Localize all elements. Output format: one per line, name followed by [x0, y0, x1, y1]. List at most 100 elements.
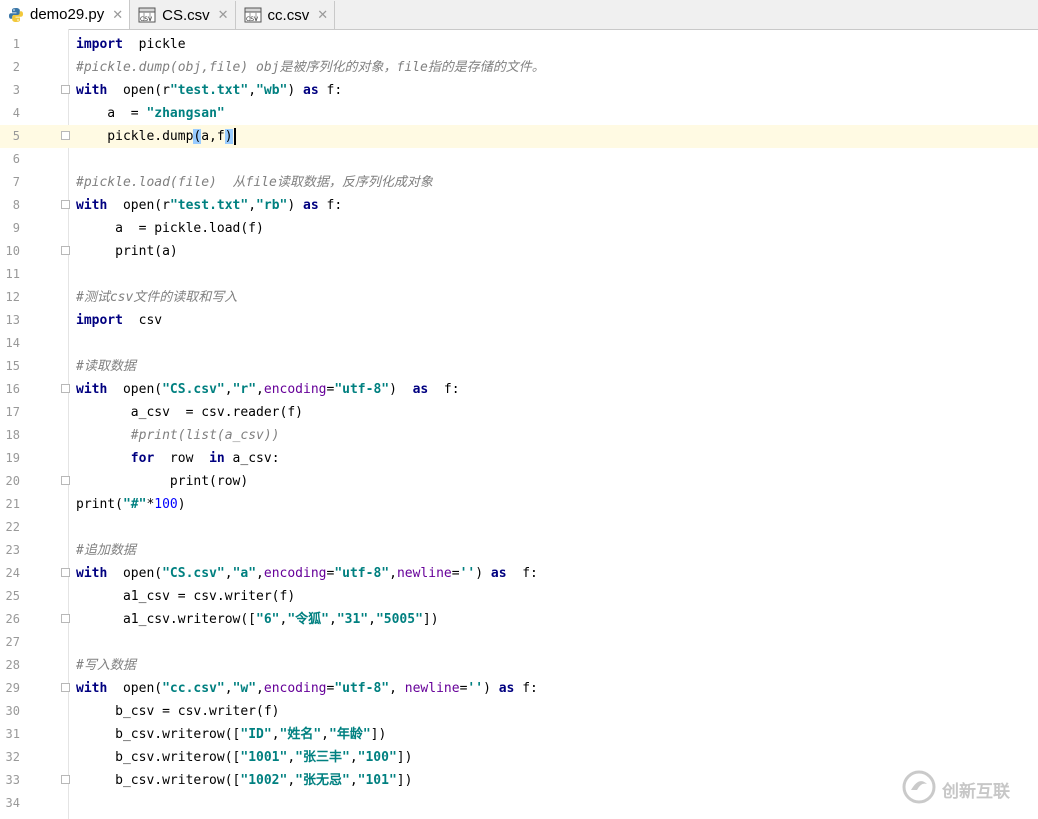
code-line[interactable]: 16 with open("CS.csv","r",encoding="utf-8…: [0, 378, 1038, 401]
code-line[interactable]: 8 with open(r"test.txt","rb") as f:: [0, 194, 1038, 217]
line-number: 26: [5, 612, 20, 626]
close-icon[interactable]: ✕: [218, 7, 229, 23]
code-line[interactable]: 28 #写入数据: [0, 654, 1038, 677]
line-number: 11: [5, 267, 20, 281]
line-number: 10: [5, 244, 20, 258]
code-line[interactable]: 25 a1_csv = csv.writer(f): [0, 585, 1038, 608]
line-number: 24: [5, 566, 20, 580]
code-line[interactable]: 17 a_csv = csv.reader(f): [0, 401, 1038, 424]
line-number: 6: [12, 152, 20, 166]
code-text: import csv: [76, 313, 163, 328]
code-text: print(a): [76, 244, 178, 259]
code-text: a1_csv.writerow(["6","令狐","31","5005"]): [76, 612, 439, 627]
line-number: 17: [5, 405, 20, 419]
line-number: 33: [5, 773, 20, 787]
fold-end-icon[interactable]: [61, 246, 70, 255]
tab-demo29-py[interactable]: demo29.py ✕: [0, 0, 131, 29]
code-line[interactable]: 27: [0, 631, 1038, 654]
code-text: b_csv = csv.writer(f): [76, 704, 280, 719]
code-text: import pickle: [76, 37, 186, 52]
svg-text:CSV: CSV: [246, 16, 259, 23]
code-line[interactable]: 21 print("#"*100): [0, 493, 1038, 516]
code-line[interactable]: 9 a = pickle.load(f): [0, 217, 1038, 240]
line-number: 27: [5, 635, 20, 649]
code-text: #测试csv文件的读取和写入: [76, 290, 238, 305]
line-number: 13: [5, 313, 20, 327]
code-line[interactable]: 7 #pickle.load(file) 从file读取数据，反序列化成对象: [0, 171, 1038, 194]
line-number: 14: [5, 336, 20, 350]
line-number: 25: [5, 589, 20, 603]
code-text: #pickle.load(file) 从file读取数据，反序列化成对象: [76, 175, 433, 190]
code-line[interactable]: 2 #pickle.dump(obj,file) obj是被序列化的对象，file…: [0, 56, 1038, 79]
tab-label: demo29.py: [30, 6, 105, 23]
code-line[interactable]: 13 import csv: [0, 309, 1038, 332]
code-line[interactable]: 24 with open("CS.csv","a",encoding="utf-8…: [0, 562, 1038, 585]
code-line[interactable]: 12 #测试csv文件的读取和写入: [0, 286, 1038, 309]
code-line[interactable]: 14: [0, 332, 1038, 355]
line-number: 18: [5, 428, 20, 442]
code-line[interactable]: 5 pickle.dump(a,f): [0, 125, 1038, 148]
code-text: #print(list(a_csv)): [130, 428, 280, 443]
code-line[interactable]: 3 with open(r"test.txt","wb") as f:: [0, 79, 1038, 102]
code-line[interactable]: 20 print(row): [0, 470, 1038, 493]
code-line[interactable]: 19 for row in a_csv:: [0, 447, 1038, 470]
code-line[interactable]: 23 #追加数据: [0, 539, 1038, 562]
code-line[interactable]: 31 b_csv.writerow(["ID","姓名","年龄"]): [0, 723, 1038, 746]
code-line[interactable]: 22: [0, 516, 1038, 539]
line-number: 7: [12, 175, 20, 189]
line-number: 21: [5, 497, 20, 511]
code-text: b_csv.writerow(["1001","张三丰","100"]): [76, 750, 413, 765]
line-number: 15: [5, 359, 20, 373]
code-line[interactable]: 30 b_csv = csv.writer(f): [0, 700, 1038, 723]
brand-logo-icon: [902, 770, 936, 808]
line-number: 23: [5, 543, 20, 557]
code-line[interactable]: 15 #读取数据: [0, 355, 1038, 378]
line-number: 5: [12, 129, 20, 143]
line-number: 28: [5, 658, 20, 672]
code-text: a = "zhangsan": [76, 106, 225, 121]
csv-file-icon: CSV: [138, 7, 156, 23]
line-number: 20: [5, 474, 20, 488]
tab-cs-csv[interactable]: CSV CS.csv ✕: [130, 1, 236, 29]
code-text: print("#"*100): [76, 497, 186, 512]
tab-label: CS.csv: [162, 6, 210, 24]
fold-collapse-icon[interactable]: [61, 683, 70, 692]
code-editor[interactable]: 1 import pickle 2 #pickle.dump(obj,file) ob…: [0, 29, 1038, 819]
close-icon[interactable]: ✕: [112, 7, 123, 23]
code-line[interactable]: 11: [0, 263, 1038, 286]
code-line[interactable]: 4 a = "zhangsan": [0, 102, 1038, 125]
code-text: b_csv.writerow(["ID","姓名","年龄"]): [76, 727, 387, 742]
code-line[interactable]: 6: [0, 148, 1038, 171]
fold-end-icon[interactable]: [61, 131, 70, 140]
close-icon[interactable]: ✕: [317, 7, 328, 23]
code-text: with open(r"test.txt","rb") as f:: [76, 198, 343, 213]
line-number: 3: [12, 83, 20, 97]
code-text: with open("CS.csv","a",encoding="utf-8",…: [76, 566, 538, 581]
code-line[interactable]: 32 b_csv.writerow(["1001","张三丰","100"]): [0, 746, 1038, 769]
fold-collapse-icon[interactable]: [61, 568, 70, 577]
fold-end-icon[interactable]: [61, 614, 70, 623]
code-text: a = pickle.load(f): [76, 221, 264, 236]
code-line[interactable]: 29 with open("cc.csv","w",encoding="utf-8…: [0, 677, 1038, 700]
csv-file-icon: CSV: [244, 7, 262, 23]
code-line[interactable]: 34: [0, 792, 1038, 815]
fold-collapse-icon[interactable]: [61, 85, 70, 94]
code-line[interactable]: 10 print(a): [0, 240, 1038, 263]
code-text: b_csv.writerow(["1002","张无忌","101"]): [76, 773, 413, 788]
fold-end-icon[interactable]: [61, 476, 70, 485]
line-number: 32: [5, 750, 20, 764]
line-number: 29: [5, 681, 20, 695]
line-number: 8: [12, 198, 20, 212]
code-text: for row in a_csv:: [130, 451, 280, 466]
fold-collapse-icon[interactable]: [61, 200, 70, 209]
code-text: pickle.dump(a,f): [76, 125, 236, 148]
line-number: 34: [5, 796, 20, 810]
tab-cc-csv[interactable]: CSV cc.csv ✕: [236, 1, 336, 29]
code-line[interactable]: 26 a1_csv.writerow(["6","令狐","31","5005"…: [0, 608, 1038, 631]
code-line[interactable]: 18 #print(list(a_csv)): [0, 424, 1038, 447]
code-line[interactable]: 1 import pickle: [0, 33, 1038, 56]
line-number: 2: [12, 60, 20, 74]
code-line[interactable]: 33 b_csv.writerow(["1002","张无忌","101"]): [0, 769, 1038, 792]
fold-collapse-icon[interactable]: [61, 384, 70, 393]
fold-end-icon[interactable]: [61, 775, 70, 784]
